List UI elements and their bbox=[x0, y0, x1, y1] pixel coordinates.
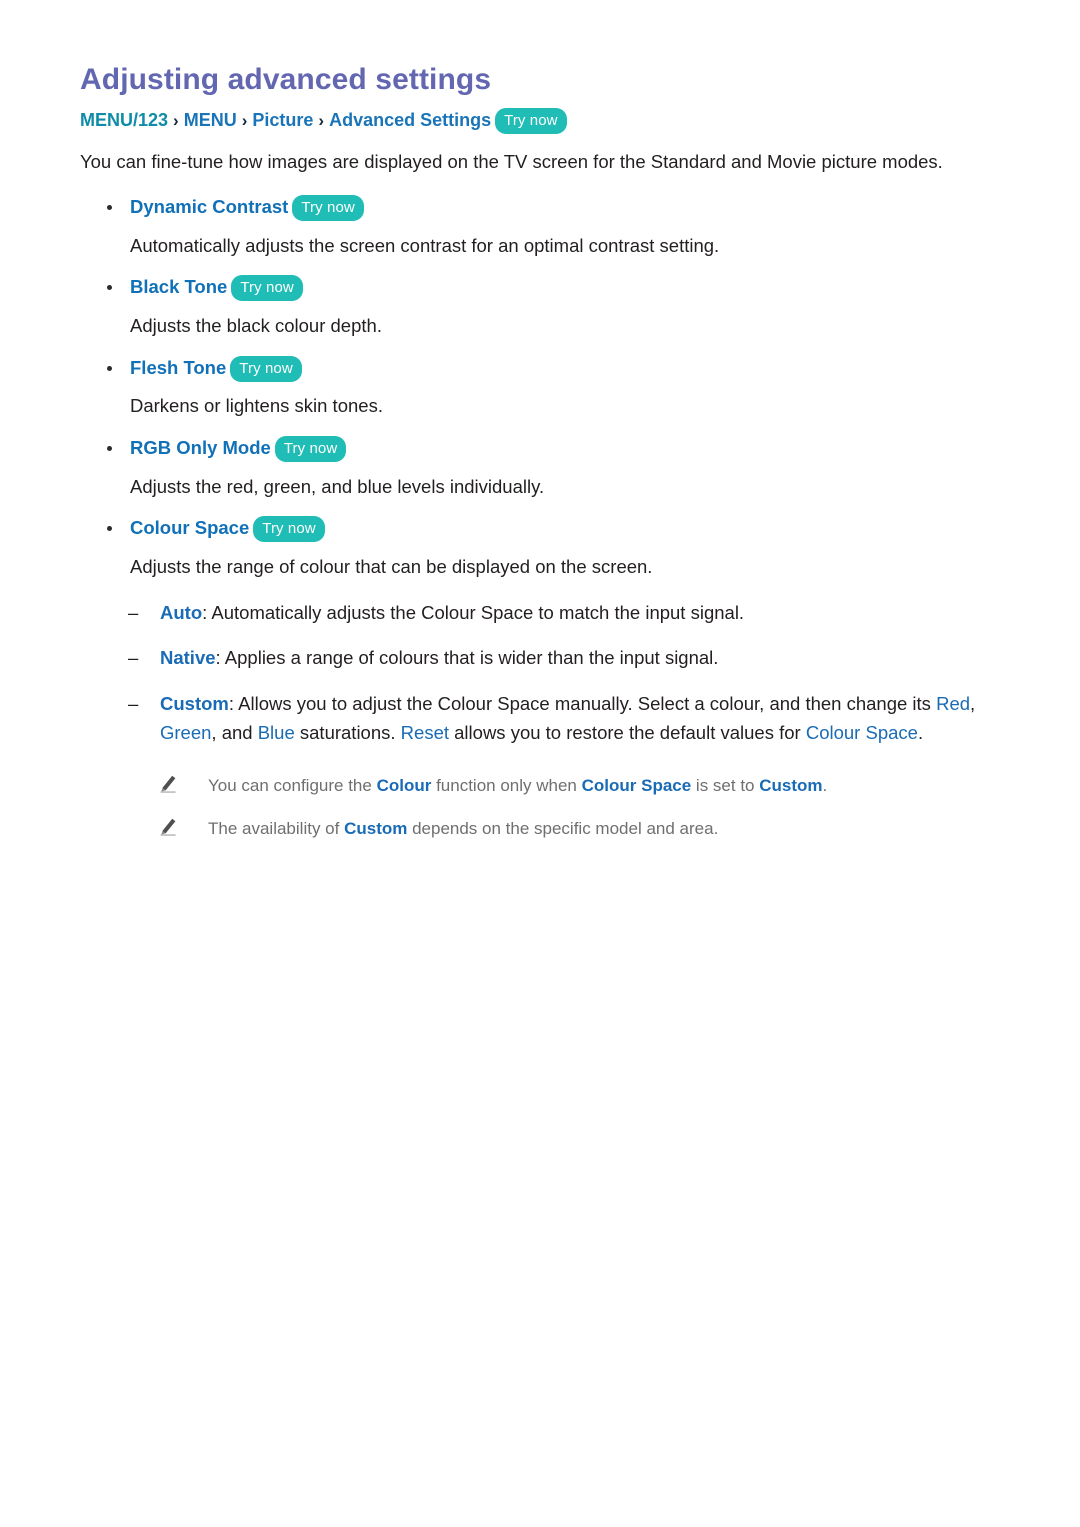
bullet-label: Colour Space bbox=[130, 517, 250, 539]
try-now-badge[interactable]: Try now bbox=[231, 275, 303, 302]
chevron-right-icon: › bbox=[318, 111, 325, 131]
note-highlight-colour-space: Colour Space bbox=[581, 776, 692, 796]
note-text: function only when bbox=[431, 776, 582, 796]
breadcrumb: MENU/123 › MENU › Picture › Advanced Settings T… bbox=[80, 107, 1002, 135]
bullet-dot-icon bbox=[107, 446, 112, 452]
breadcrumb-item-picture[interactable]: Picture bbox=[252, 110, 313, 130]
bullet-label: Dynamic Contrast bbox=[130, 196, 289, 218]
dash-marker: – bbox=[128, 601, 139, 623]
sub-item-native: – Native: Applies a range of colours that… bbox=[80, 644, 1002, 673]
pencil-icon bbox=[160, 776, 176, 794]
bullet-description: Adjusts the red, green, and blue levels … bbox=[130, 475, 545, 497]
bullet-dot-icon bbox=[107, 205, 112, 211]
note-custom-availability: The availability of Custom depends on th… bbox=[80, 816, 1002, 842]
note-highlight-custom: Custom bbox=[344, 818, 408, 838]
bullet-description: Adjusts the range of colour that can be … bbox=[130, 556, 653, 578]
sub-item-text: Applies a range of colours that is wider… bbox=[220, 647, 719, 669]
sub-item-text: saturations. bbox=[294, 721, 401, 743]
sub-item-term: Native bbox=[160, 647, 216, 669]
chevron-right-icon: › bbox=[173, 111, 179, 131]
sub-item-term: Auto bbox=[160, 601, 203, 623]
note-highlight-colour: Colour bbox=[376, 776, 432, 796]
dash-marker: – bbox=[128, 647, 139, 669]
chevron-right-icon: › bbox=[241, 111, 248, 131]
bullet-label: RGB Only Mode bbox=[130, 437, 271, 459]
list-item: RGB Only Mode Try now Adjusts the red, gr… bbox=[80, 434, 1002, 501]
bullet-flesh-tone[interactable]: Flesh Tone Try now bbox=[80, 354, 1002, 383]
bullet-label: Black Tone bbox=[130, 276, 228, 298]
separator-text: , and bbox=[211, 721, 258, 743]
bullet-colour-space[interactable]: Colour Space Try now bbox=[80, 514, 1002, 543]
bullet-black-tone[interactable]: Black Tone Try now bbox=[80, 273, 1002, 302]
document-page: Adjusting advanced settings MENU/123 › MEN… bbox=[0, 0, 1080, 1527]
try-now-badge[interactable]: Try now bbox=[253, 516, 325, 543]
list-item: Dynamic Contrast Try now Automatically ad… bbox=[80, 193, 1002, 260]
note-text: The availability of bbox=[208, 818, 345, 838]
bullet-dot-icon bbox=[107, 365, 112, 371]
try-now-badge[interactable]: Try now bbox=[230, 355, 302, 382]
bullet-rgb-only-mode[interactable]: RGB Only Mode Try now bbox=[80, 434, 1002, 463]
highlight-blue: Blue bbox=[257, 721, 295, 743]
sub-item-text: Allows you to adjust the Colour Space ma… bbox=[234, 693, 937, 715]
bullet-label: Flesh Tone bbox=[130, 356, 227, 378]
highlight-reset: Reset bbox=[400, 721, 449, 743]
dash-marker: – bbox=[128, 693, 139, 715]
note-text: is set to bbox=[691, 776, 760, 796]
breadcrumb-item-menu123[interactable]: MENU/123 bbox=[80, 110, 168, 130]
bullet-dynamic-contrast[interactable]: Dynamic Contrast Try now bbox=[80, 193, 1002, 222]
bullet-description: Adjusts the black colour depth. bbox=[130, 315, 382, 337]
note-text: . bbox=[822, 776, 828, 796]
highlight-colour-space: Colour Space bbox=[805, 721, 918, 743]
list-item: Colour Space Try now Adjusts the range of… bbox=[80, 514, 1002, 581]
intro-paragraph: You can fine-tune how images are display… bbox=[80, 151, 943, 173]
note-text: depends on the specific model and area. bbox=[407, 818, 719, 838]
sub-item-text: . bbox=[917, 721, 924, 743]
note-colour-function: You can configure the Colour function on… bbox=[80, 773, 1002, 799]
bullet-dot-icon bbox=[107, 526, 112, 532]
separator-text: , bbox=[970, 693, 976, 715]
list-item: Black Tone Try now Adjusts the black colo… bbox=[80, 273, 1002, 340]
pencil-icon bbox=[160, 818, 176, 836]
note-text: You can configure the bbox=[208, 776, 377, 796]
sub-item-text: allows you to restore the default values… bbox=[449, 721, 806, 743]
highlight-red: Red bbox=[936, 693, 971, 715]
sub-item-custom: – Custom: Allows you to adjust the Colour… bbox=[80, 690, 1002, 747]
sub-item-text: Automatically adjusts the Colour Space t… bbox=[207, 601, 745, 623]
try-now-badge[interactable]: Try now bbox=[292, 195, 364, 222]
sub-item-auto: – Auto: Automatically adjusts the Colour … bbox=[80, 599, 1002, 628]
bullet-description: Automatically adjusts the screen contras… bbox=[130, 234, 720, 256]
bullet-description: Darkens or lightens skin tones. bbox=[130, 395, 383, 417]
try-now-badge[interactable]: Try now bbox=[495, 108, 567, 135]
sub-item-term: Custom bbox=[160, 693, 229, 715]
breadcrumb-item-advanced-settings[interactable]: Advanced Settings bbox=[329, 110, 491, 130]
page-title: Adjusting advanced settings bbox=[80, 63, 492, 96]
bullet-dot-icon bbox=[107, 285, 112, 291]
note-highlight-custom: Custom bbox=[759, 776, 823, 796]
highlight-green: Green bbox=[160, 721, 212, 743]
try-now-badge[interactable]: Try now bbox=[274, 436, 347, 463]
list-item: Flesh Tone Try now Darkens or lightens sk… bbox=[80, 354, 1002, 421]
breadcrumb-item-menu[interactable]: MENU bbox=[184, 110, 237, 130]
